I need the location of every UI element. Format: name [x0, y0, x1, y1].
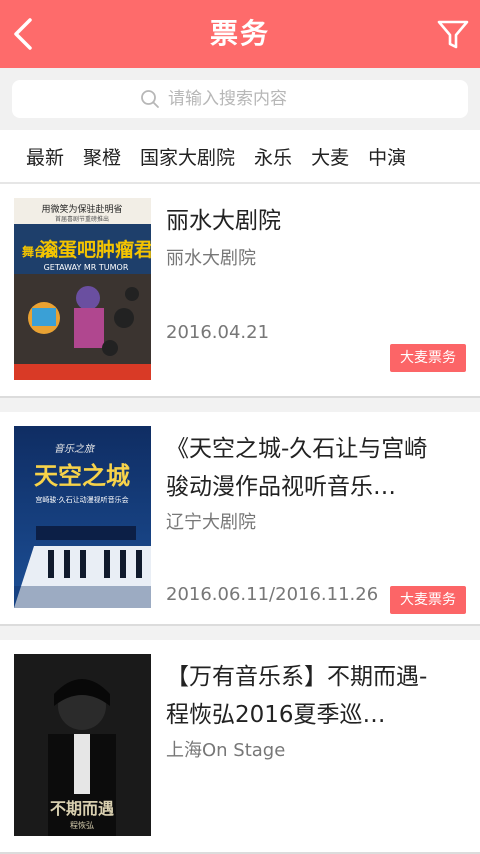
tab-yongle[interactable]: 永乐 [254, 143, 292, 170]
event-title: 【万有音乐系】不期而遇-程恢弘2016夏季巡… [166, 664, 428, 728]
poster-top-text: 用微笑为保驻赴明省 [41, 203, 122, 215]
poster-sub-text: 程恢弘 [70, 820, 94, 830]
event-poster: 用微笑为保驻赴明省 首届喜剧节重磅推出 舞台剧 滚蛋吧肿瘤君 GETAWAY M… [14, 198, 151, 380]
event-title: 《天空之城-久石让与宫崎骏动漫作品视听音乐… [166, 436, 428, 500]
event-item[interactable]: 音乐之旅 天空之城 宫崎骏·久石让动漫视听音乐会 《天空之城-久石让与宫崎骏动漫… [0, 412, 480, 626]
event-venue: 上海On Stage [166, 740, 286, 761]
poster-main-text: 天空之城 [34, 462, 130, 490]
ticket-source-badge: 大麦票务 [390, 586, 466, 614]
event-poster: 音乐之旅 天空之城 宫崎骏·久石让动漫视听音乐会 [14, 426, 151, 608]
filter-button[interactable] [436, 16, 470, 52]
poster-main-text: 不期而遇 [50, 799, 114, 818]
tab-damai[interactable]: 大麦 [311, 143, 349, 170]
event-date: 2016.06.11/2016.11.26 [166, 584, 379, 605]
search-area [0, 68, 480, 130]
source-tabs: 最新 聚橙 国家大剧院 永乐 大麦 中演 [0, 130, 480, 184]
event-item[interactable]: 不期而遇 程恢弘 【万有音乐系】不期而遇-程恢弘2016夏季巡… 上海On St… [0, 640, 480, 854]
search-box[interactable] [12, 80, 468, 118]
event-list: 用微笑为保驻赴明省 首届喜剧节重磅推出 舞台剧 滚蛋吧肿瘤君 GETAWAY M… [0, 184, 480, 854]
poster-sub-text: 首届喜剧节重磅推出 [55, 215, 109, 223]
poster-main-text: 滚蛋吧肿瘤君 [39, 238, 151, 261]
search-input[interactable] [166, 88, 340, 110]
ticket-source-badge: 大麦票务 [390, 344, 466, 372]
poster-script-text: 音乐之旅 [54, 443, 96, 455]
event-date: 2016.04.21 [166, 322, 270, 343]
filter-icon [437, 20, 469, 49]
search-icon [141, 90, 159, 108]
event-venue: 丽水大剧院 [166, 248, 256, 269]
page-title: 票务 [209, 17, 270, 50]
event-item[interactable]: 用微笑为保驻赴明省 首届喜剧节重磅推出 舞台剧 滚蛋吧肿瘤君 GETAWAY M… [0, 184, 480, 398]
event-poster: 不期而遇 程恢弘 [14, 654, 151, 836]
tab-latest[interactable]: 最新 [26, 143, 64, 170]
tab-national-theatre[interactable]: 国家大剧院 [140, 143, 235, 170]
event-title: 丽水大剧院 [166, 208, 281, 234]
poster-sub-text: 宫崎骏·久石让动漫视听音乐会 [35, 495, 128, 504]
tab-juchheng[interactable]: 聚橙 [83, 143, 121, 170]
event-venue: 辽宁大剧院 [166, 512, 256, 533]
tab-zhongyan[interactable]: 中演 [368, 143, 406, 170]
top-app-bar: 票务 [0, 0, 480, 68]
poster-en-text: GETAWAY MR TUMOR [44, 263, 129, 272]
